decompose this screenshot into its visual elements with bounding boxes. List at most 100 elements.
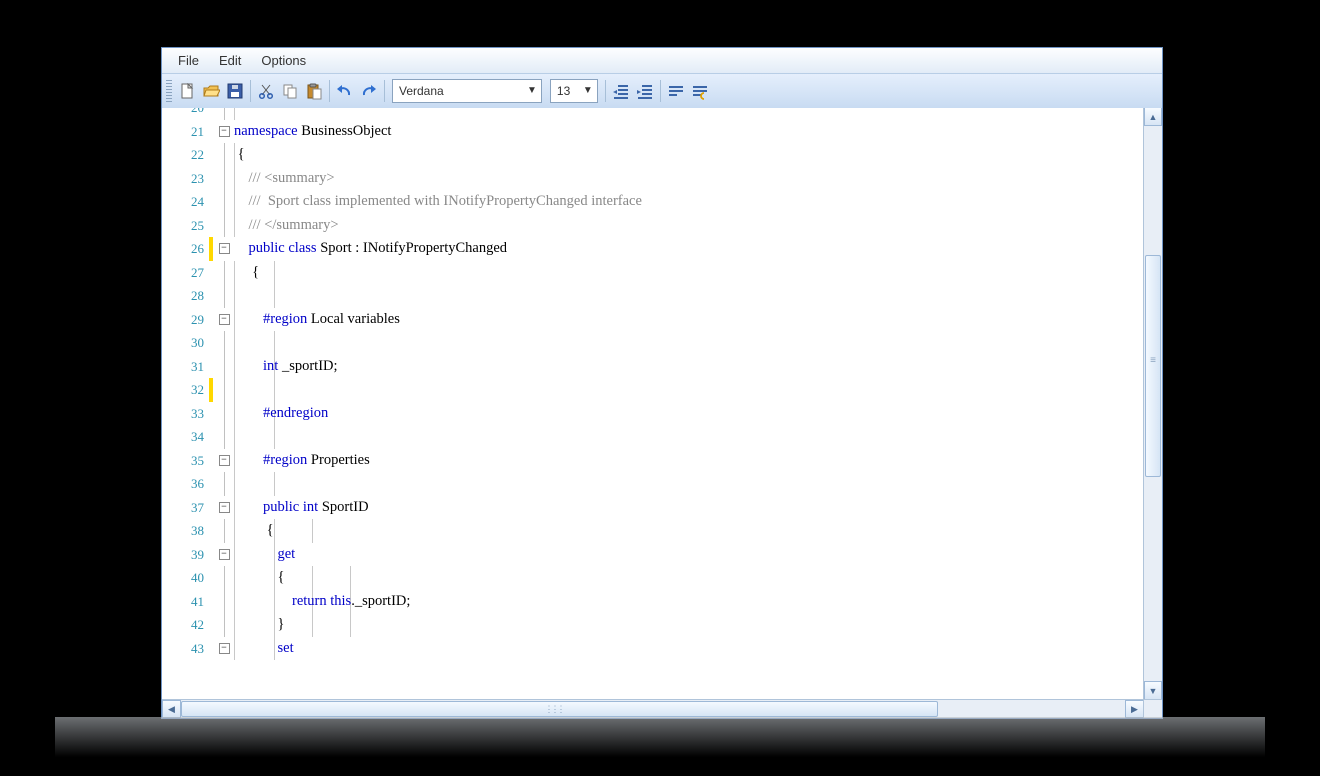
fold-gutter[interactable]: [218, 261, 230, 285]
fold-collapse-icon[interactable]: −: [219, 314, 230, 325]
fold-gutter[interactable]: −: [218, 308, 230, 332]
scroll-left-button[interactable]: ◀: [162, 700, 181, 718]
code-text[interactable]: [234, 331, 1143, 355]
code-line[interactable]: 38 {: [162, 519, 1143, 543]
fold-collapse-icon[interactable]: −: [219, 502, 230, 513]
fold-gutter[interactable]: −: [218, 449, 230, 473]
fold-collapse-icon[interactable]: −: [219, 549, 230, 560]
vertical-scrollbar[interactable]: ▲ ▼: [1143, 108, 1162, 700]
fold-gutter[interactable]: [218, 566, 230, 590]
menu-file[interactable]: File: [168, 49, 209, 72]
code-text[interactable]: [234, 425, 1143, 449]
fold-gutter[interactable]: [218, 355, 230, 379]
vertical-scroll-track[interactable]: [1144, 125, 1162, 683]
code-line[interactable]: 31 int _sportID;: [162, 355, 1143, 379]
code-line[interactable]: 33 #endregion: [162, 402, 1143, 426]
code-line[interactable]: 34: [162, 425, 1143, 449]
new-file-button[interactable]: [175, 79, 199, 103]
fold-gutter[interactable]: −: [218, 496, 230, 520]
fold-gutter[interactable]: [218, 190, 230, 214]
indent-button[interactable]: [633, 79, 657, 103]
fold-gutter[interactable]: [218, 108, 230, 120]
copy-button[interactable]: [278, 79, 302, 103]
code-line[interactable]: 29− #region Local variables: [162, 308, 1143, 332]
code-text[interactable]: [234, 284, 1143, 308]
code-text[interactable]: [234, 108, 1143, 120]
code-line[interactable]: 32: [162, 378, 1143, 402]
fold-gutter[interactable]: [218, 331, 230, 355]
code-line[interactable]: 28: [162, 284, 1143, 308]
fold-gutter[interactable]: [218, 472, 230, 496]
code-text[interactable]: [234, 378, 1143, 402]
fold-gutter[interactable]: −: [218, 237, 230, 261]
code-text[interactable]: #region Local variables: [234, 308, 1143, 332]
code-text[interactable]: get: [234, 543, 1143, 567]
code-text[interactable]: {: [234, 519, 1143, 543]
code-text[interactable]: {: [234, 261, 1143, 285]
code-line[interactable]: 36: [162, 472, 1143, 496]
outdent-button[interactable]: [609, 79, 633, 103]
fold-gutter[interactable]: [218, 425, 230, 449]
code-surface[interactable]: 2021−namespace BusinessObject22 {23 /// …: [162, 108, 1143, 700]
code-text[interactable]: int _sportID;: [234, 355, 1143, 379]
font-size-select[interactable]: 13 ▼: [550, 79, 598, 103]
code-text[interactable]: /// <summary>: [234, 167, 1143, 191]
paste-button[interactable]: [302, 79, 326, 103]
code-text[interactable]: {: [234, 566, 1143, 590]
code-text[interactable]: public int SportID: [234, 496, 1143, 520]
code-line[interactable]: 25 /// </summary>: [162, 214, 1143, 238]
undo-button[interactable]: [333, 79, 357, 103]
fold-collapse-icon[interactable]: −: [219, 455, 230, 466]
fold-gutter[interactable]: [218, 519, 230, 543]
fold-collapse-icon[interactable]: −: [219, 243, 230, 254]
code-text[interactable]: /// Sport class implemented with INotify…: [234, 190, 1143, 214]
vertical-scroll-thumb[interactable]: [1145, 255, 1161, 477]
code-line[interactable]: 35− #region Properties: [162, 449, 1143, 473]
code-line[interactable]: 24 /// Sport class implemented with INot…: [162, 190, 1143, 214]
code-line[interactable]: 23 /// <summary>: [162, 167, 1143, 191]
fold-gutter[interactable]: [218, 378, 230, 402]
font-family-select[interactable]: Verdana ▼: [392, 79, 542, 103]
open-button[interactable]: [199, 79, 223, 103]
uncomment-button[interactable]: [688, 79, 712, 103]
toolbar-grip[interactable]: [166, 80, 172, 102]
code-line[interactable]: 20: [162, 108, 1143, 120]
fold-gutter[interactable]: [218, 613, 230, 637]
code-text[interactable]: {: [234, 143, 1143, 167]
cut-button[interactable]: [254, 79, 278, 103]
code-text[interactable]: set: [234, 637, 1143, 661]
fold-collapse-icon[interactable]: −: [219, 126, 230, 137]
code-line[interactable]: 26− public class Sport : INotifyProperty…: [162, 237, 1143, 261]
code-line[interactable]: 37− public int SportID: [162, 496, 1143, 520]
scroll-down-button[interactable]: ▼: [1144, 681, 1162, 700]
code-text[interactable]: return this._sportID;: [234, 590, 1143, 614]
fold-gutter[interactable]: [218, 214, 230, 238]
code-line[interactable]: 27 {: [162, 261, 1143, 285]
code-text[interactable]: [234, 472, 1143, 496]
code-text[interactable]: /// </summary>: [234, 214, 1143, 238]
fold-collapse-icon[interactable]: −: [219, 643, 230, 654]
scroll-up-button[interactable]: ▲: [1144, 108, 1162, 126]
horizontal-scroll-track[interactable]: [181, 700, 1125, 718]
code-line[interactable]: 22 {: [162, 143, 1143, 167]
fold-gutter[interactable]: −: [218, 120, 230, 144]
save-button[interactable]: [223, 79, 247, 103]
code-text[interactable]: namespace BusinessObject: [234, 120, 1143, 144]
code-line[interactable]: 21−namespace BusinessObject: [162, 120, 1143, 144]
code-line[interactable]: 42 }: [162, 613, 1143, 637]
code-line[interactable]: 40 {: [162, 566, 1143, 590]
code-line[interactable]: 41 return this._sportID;: [162, 590, 1143, 614]
menu-edit[interactable]: Edit: [209, 49, 251, 72]
code-line[interactable]: 43− set: [162, 637, 1143, 661]
code-line[interactable]: 30: [162, 331, 1143, 355]
fold-gutter[interactable]: −: [218, 543, 230, 567]
comment-button[interactable]: [664, 79, 688, 103]
horizontal-scrollbar[interactable]: ◀ ▶: [162, 699, 1144, 718]
redo-button[interactable]: [357, 79, 381, 103]
code-text[interactable]: }: [234, 613, 1143, 637]
scroll-right-button[interactable]: ▶: [1125, 700, 1144, 718]
code-text[interactable]: #endregion: [234, 402, 1143, 426]
fold-gutter[interactable]: −: [218, 637, 230, 661]
fold-gutter[interactable]: [218, 143, 230, 167]
horizontal-scroll-thumb[interactable]: [181, 701, 938, 717]
